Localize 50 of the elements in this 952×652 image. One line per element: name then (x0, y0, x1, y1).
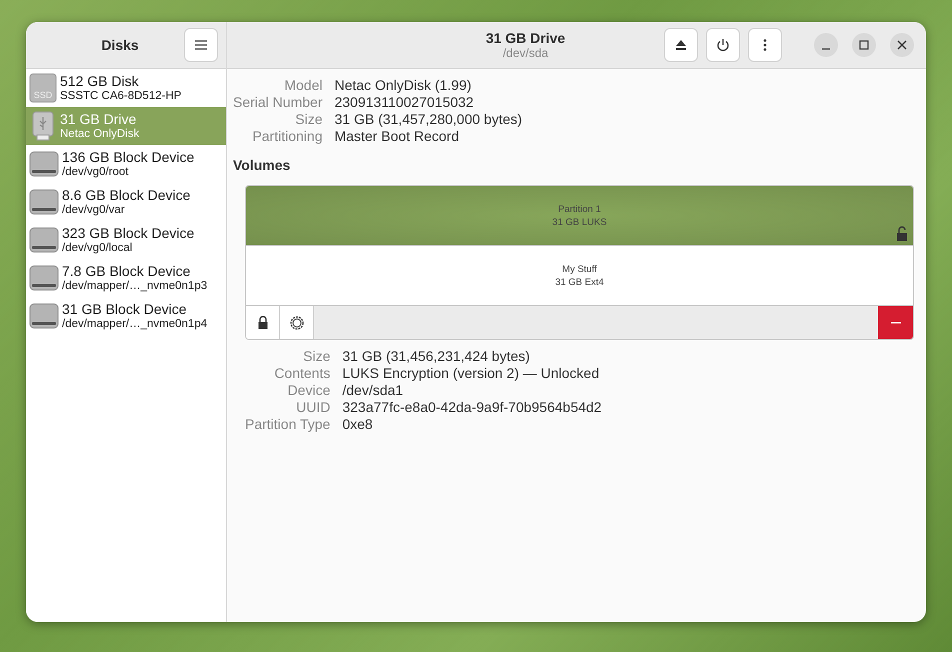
close-icon (897, 40, 907, 50)
hard-drive-icon (29, 150, 59, 178)
property-label: Partition Type (245, 416, 330, 433)
property-value: 0xe8 (342, 416, 374, 433)
volumes-heading: Volumes (233, 157, 292, 173)
padlock-icon (258, 316, 268, 329)
maximize-icon (859, 40, 869, 50)
eject-icon (676, 40, 686, 50)
property-value: LUKS Encryption (version 2) — Unlocked (342, 365, 600, 382)
filesystem-segment[interactable]: My Stuff 31 GB Ext4 (246, 246, 913, 306)
hard-drive-icon (29, 302, 59, 330)
power-icon (716, 38, 730, 52)
maximize-button[interactable] (852, 33, 876, 57)
property-value: 31 GB (31,456,231,424 bytes) (342, 348, 531, 365)
hard-drive-icon (29, 226, 59, 254)
property-label: Model (283, 77, 322, 94)
disk-list-item[interactable]: 136 GB Block Device /dev/vg0/root (26, 145, 226, 183)
property-label: Size (302, 348, 330, 365)
drive-path: /dev/sda (502, 46, 548, 60)
menu-button[interactable] (184, 28, 218, 62)
vertical-dots-icon (763, 39, 767, 51)
power-button[interactable] (706, 28, 740, 62)
disk-list-item[interactable]: 8.6 GB Block Device /dev/vg0/var (26, 183, 226, 221)
disk-list-item[interactable]: 31 GB Block Device /dev/mapper/…_nvme0n1p4 (26, 297, 226, 335)
lock-button[interactable] (246, 306, 280, 339)
minimize-icon (822, 48, 830, 50)
property-label: UUID (295, 399, 330, 416)
property-value: /dev/sda1 (342, 382, 404, 399)
property-value: 323a77fc-e8a0-42da-9a9f-70b9564b54d2 (342, 399, 602, 416)
drive-title: 31 GB Drive (486, 30, 566, 46)
close-button[interactable] (890, 33, 914, 57)
gear-icon (288, 314, 304, 330)
disk-list-item[interactable]: 323 GB Block Device /dev/vg0/local (26, 221, 226, 259)
hard-drive-icon (29, 188, 59, 216)
settings-button[interactable] (280, 306, 314, 339)
eject-button[interactable] (664, 28, 698, 62)
hard-drive-icon (29, 264, 59, 292)
property-value: 230913110027015032 (334, 94, 475, 111)
property-label: Size (294, 111, 322, 128)
property-label: Partitioning (251, 128, 322, 145)
menu-icon (195, 40, 207, 50)
property-value: Master Boot Record (334, 128, 460, 145)
minus-icon (890, 322, 900, 324)
property-value: Netac OnlyDisk (1.99) (334, 77, 472, 94)
property-label: Serial Number (233, 94, 322, 111)
property-label: Device (286, 382, 330, 399)
sidebar-title: Disks (100, 37, 140, 53)
property-label: Contents (273, 365, 330, 382)
disk-list-item[interactable]: 7.8 GB Block Device /dev/mapper/…_nvme0n1p3 (26, 259, 226, 297)
property-value: 31 GB (31,457,280,000 bytes) (334, 111, 522, 128)
